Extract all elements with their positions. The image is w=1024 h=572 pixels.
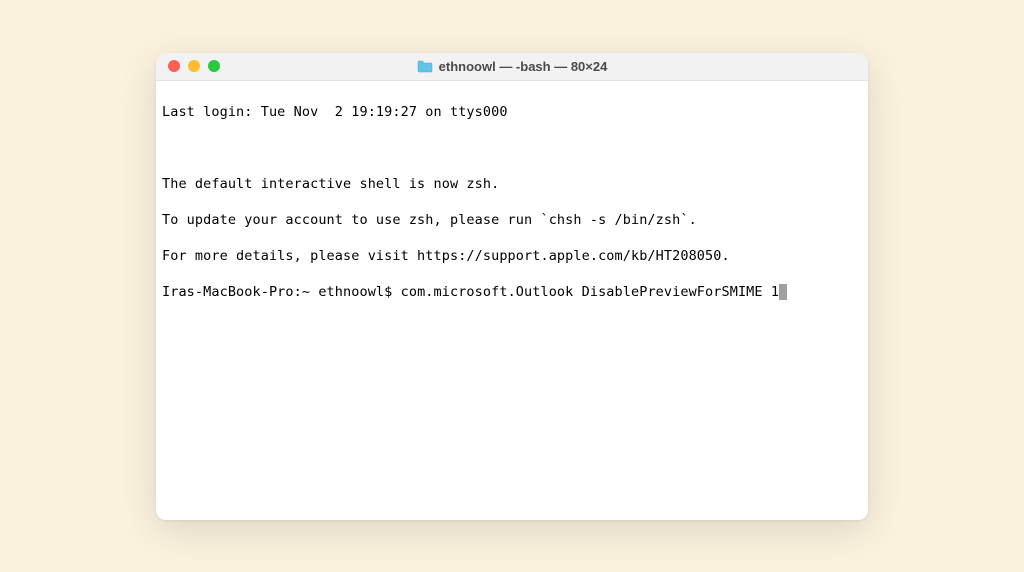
command-input[interactable]: com.microsoft.Outlook DisablePreviewForS… [401,283,779,301]
close-button[interactable] [168,60,180,72]
traffic-lights [168,60,220,72]
terminal-line: Last login: Tue Nov 2 19:19:27 on ttys00… [162,103,862,121]
terminal-blank-line [162,139,862,157]
cursor [779,284,787,300]
terminal-line: For more details, please visit https://s… [162,247,862,265]
terminal-content[interactable]: Last login: Tue Nov 2 19:19:27 on ttys00… [156,81,868,520]
shell-prompt: Iras-MacBook-Pro:~ ethnoowl$ [162,283,401,301]
terminal-window: ethnoowl — -bash — 80×24 Last login: Tue… [156,53,868,520]
terminal-line: The default interactive shell is now zsh… [162,175,862,193]
maximize-button[interactable] [208,60,220,72]
title-bar: ethnoowl — -bash — 80×24 [156,53,868,81]
folder-icon [417,60,433,72]
window-title: ethnoowl — -bash — 80×24 [439,59,608,74]
title-container: ethnoowl — -bash — 80×24 [156,59,868,74]
minimize-button[interactable] [188,60,200,72]
terminal-line: To update your account to use zsh, pleas… [162,211,862,229]
prompt-line: Iras-MacBook-Pro:~ ethnoowl$ com.microso… [162,283,862,301]
